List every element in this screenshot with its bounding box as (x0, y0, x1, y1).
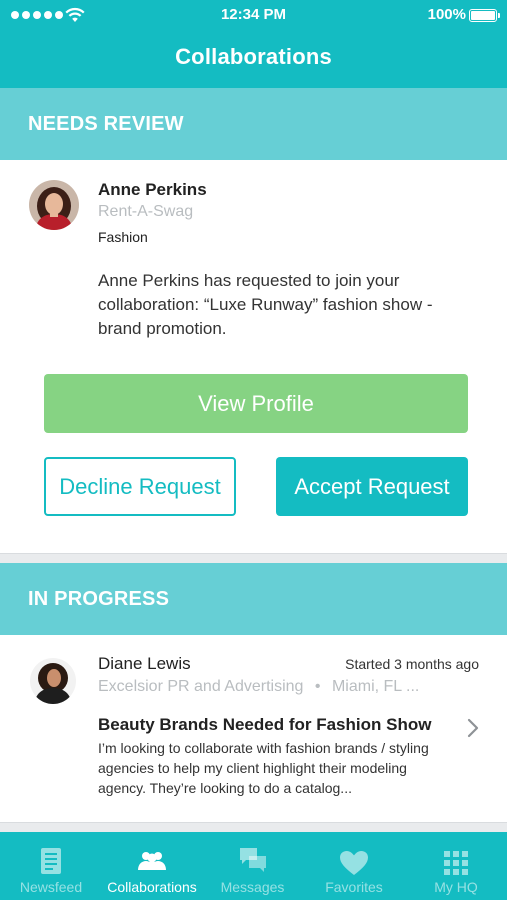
requester-name[interactable]: Anne Perkins (98, 180, 207, 200)
tab-label: Messages (220, 879, 285, 895)
collaborations-icon (138, 852, 166, 870)
request-card: Anne Perkins Rent-A-Swag Fashion Anne Pe… (0, 160, 507, 554)
newsfeed-icon (41, 848, 61, 874)
avatar-diane-lewis (30, 658, 76, 704)
view-profile-button[interactable]: View Profile (44, 374, 468, 433)
battery-percentage: 100% (427, 6, 466, 23)
heart-icon (340, 851, 368, 875)
in-progress-header: IN PROGRESS (0, 563, 507, 635)
tab-label: Favorites (325, 879, 383, 895)
request-message: Anne Perkins has requested to join your … (98, 271, 433, 338)
tab-bar: Newsfeed Collaborations Messages Favorit… (0, 832, 507, 900)
avatar[interactable] (30, 658, 76, 704)
status-bar: 12:34 PM 100% (0, 0, 507, 32)
tab-favorites[interactable]: Favorites (303, 832, 405, 900)
needs-review-header: NEEDS REVIEW (0, 88, 507, 160)
grid-icon (444, 851, 468, 875)
tab-my-hq[interactable]: My HQ (405, 832, 507, 900)
avatar[interactable] (29, 180, 79, 230)
messages-icon (239, 848, 266, 872)
requester-company: Rent-A-Swag (98, 203, 194, 220)
collaborator-name[interactable]: Diane Lewis (98, 654, 191, 674)
tab-label: My HQ (434, 879, 478, 895)
collaborator-company: Excelsior PR and Advertising (98, 678, 304, 695)
decline-request-button[interactable]: Decline Request (44, 457, 236, 516)
battery-icon (469, 9, 500, 22)
started-time: Started 3 months ago (345, 656, 479, 672)
avatar-anne-perkins (29, 180, 79, 230)
page-title: Collaborations (175, 44, 332, 69)
tab-collaborations[interactable]: Collaborations (102, 832, 202, 900)
collaboration-card[interactable]: Diane Lewis Started 3 months ago Excelsi… (0, 635, 507, 823)
requester-category: Fashion (98, 229, 148, 245)
collaboration-description: I’m looking to collaborate with fashion … (98, 740, 429, 796)
tab-newsfeed[interactable]: Newsfeed (0, 832, 102, 900)
chevron-right-icon[interactable] (466, 717, 480, 739)
tab-messages[interactable]: Messages (202, 832, 303, 900)
accept-request-button[interactable]: Accept Request (276, 457, 468, 516)
collaboration-title[interactable]: Beauty Brands Needed for Fashion Show (98, 715, 431, 735)
collaborator-location: Miami, FL ... (331, 678, 420, 695)
app-header: 12:34 PM 100% Collaborations (0, 0, 507, 88)
tab-label: Collaborations (107, 879, 197, 895)
meta-separator: • (314, 678, 321, 695)
collaborator-meta: Excelsior PR and Advertising • Miami, FL… (98, 678, 419, 696)
tab-label: Newsfeed (19, 879, 83, 895)
